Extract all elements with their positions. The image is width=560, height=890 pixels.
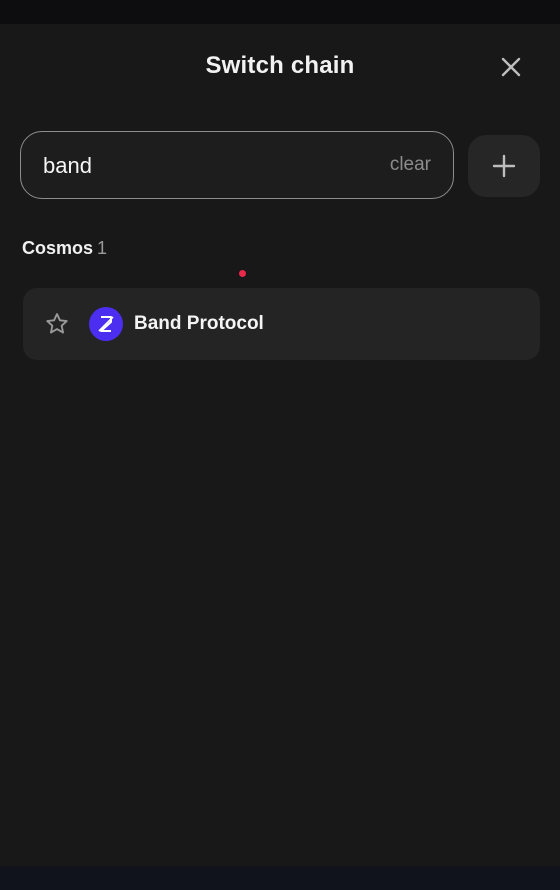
close-icon xyxy=(501,57,521,77)
search-input[interactable] xyxy=(43,132,343,200)
chain-name: Band Protocol xyxy=(134,313,264,334)
top-window-strip xyxy=(0,0,560,24)
panel-header: Switch chain xyxy=(0,24,560,112)
bottom-window-strip xyxy=(0,866,560,890)
section-title: Cosmos xyxy=(22,238,94,258)
add-chain-button[interactable] xyxy=(468,135,540,197)
band-protocol-logo xyxy=(89,307,123,341)
clear-button[interactable]: clear xyxy=(390,154,431,176)
section-count: 1 xyxy=(97,238,108,258)
close-button[interactable] xyxy=(496,52,526,82)
chain-row-band-protocol[interactable]: Band Protocol xyxy=(23,288,540,360)
section-header-cosmos: Cosmos 1 xyxy=(22,238,107,259)
search-box: clear xyxy=(20,131,454,200)
plus-icon xyxy=(492,154,516,178)
band-logo-icon xyxy=(98,316,114,332)
star-outline-icon xyxy=(46,313,68,334)
page-title: Switch chain xyxy=(205,52,355,79)
switch-chain-panel: Switch chain clear Cosmos1 xyxy=(0,24,560,866)
cursor-indicator-dot xyxy=(239,270,246,277)
favorite-button[interactable] xyxy=(43,310,71,338)
